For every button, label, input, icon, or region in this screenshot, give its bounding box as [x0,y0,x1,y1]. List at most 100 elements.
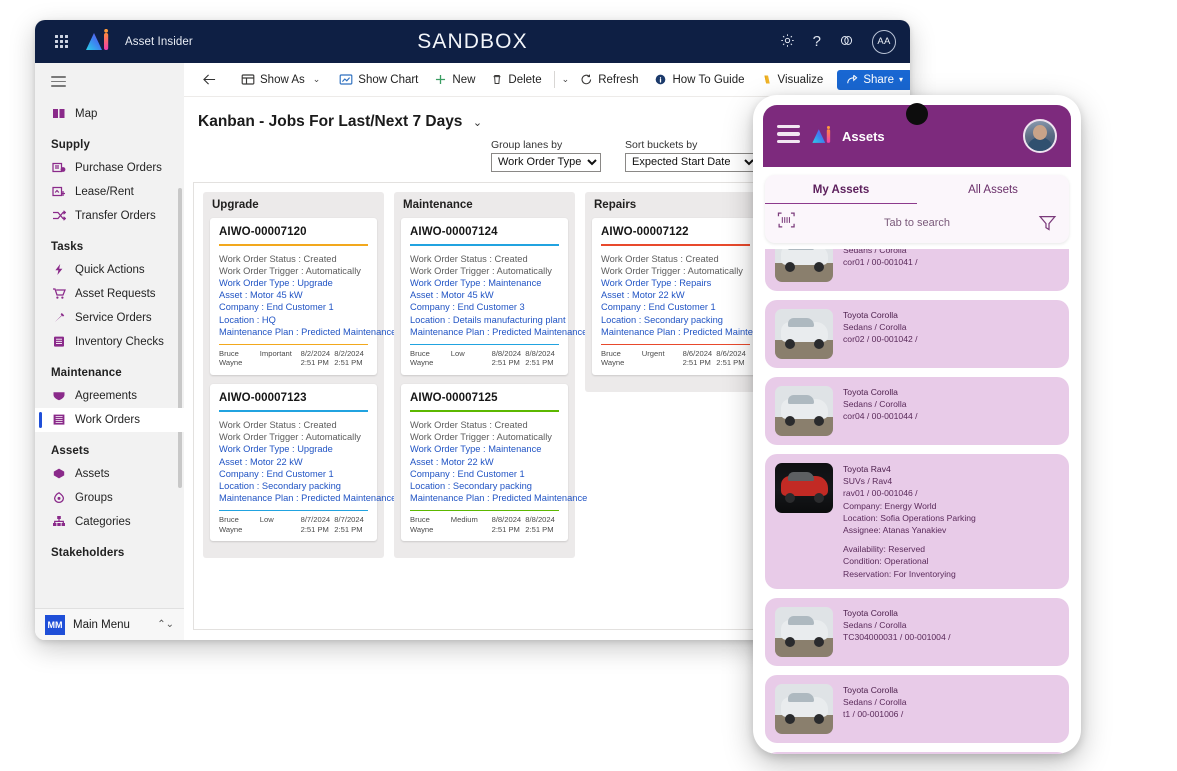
card-start-date: 8/6/2024 2:51 PM [682,348,713,368]
gear-icon[interactable] [780,33,795,51]
card-accent-bar [601,243,750,246]
asset-list-item[interactable]: Toyota Corolla Sedans / Corolla t1 / 00-00… [765,674,1069,743]
asset-list-item[interactable]: Toyota CorollaSedans / Corollat3 / 00-00… [765,751,1069,754]
visualize-button[interactable]: Visualize [753,69,832,90]
how-to-guide-button[interactable]: How To Guide [646,69,752,90]
show-as-button[interactable]: Show As ⌄ [233,69,331,90]
hamburger-menu-icon[interactable] [35,63,184,100]
card-field-link[interactable]: Maintenance Plan : Predicted Maintenance [219,492,396,504]
main-menu-switcher[interactable]: MM Main Menu ⌃⌄ [35,608,184,640]
card-field-link[interactable]: Asset : Motor 45 kW [410,289,559,301]
copilot-icon[interactable] [839,33,854,51]
sidebar-item-asset-requests[interactable]: Asset Requests [35,282,184,306]
asset-insider-logo [83,28,113,55]
card-priority: Medium [450,515,478,525]
back-arrow-icon[interactable] [194,69,225,90]
card-field-link[interactable]: Asset : Motor 45 kW [219,289,368,301]
card-field-link[interactable]: Location : Secondary packing [410,480,559,492]
card-field-link[interactable]: Work Order Type : Upgrade [219,277,368,289]
group-lanes-by-select[interactable]: Work Order Type [491,152,601,172]
app-launcher-icon[interactable] [45,35,77,48]
sidebar-item-quick-actions[interactable]: Quick Actions [35,258,184,282]
card-field-link[interactable]: Work Order Type : Repairs [601,277,750,289]
card-field-link[interactable]: Company : End Customer 1 [219,301,368,313]
card-field-link[interactable]: Location : Secondary packing [219,480,368,492]
mobile-asset-list[interactable]: Toyota CorollaSedans / Corollacor01 / 00… [765,249,1069,754]
search-input[interactable]: Tab to search [799,217,1035,229]
sidebar-item-categories[interactable]: Categories [35,510,184,534]
show-chart-button[interactable]: Show Chart [331,69,426,90]
sidebar-item-assets[interactable]: Assets [35,462,184,486]
card-footer: Bruce Wayne Low 8/8/2024 2:51 PM 8/8/2024 2:51… [410,349,559,368]
app-header-actions: ? AA [780,29,910,54]
asset-name: Toyota Corolla [843,684,898,695]
card-field-link[interactable]: Asset : Motor 22 kW [601,289,750,301]
asset-category: Sedans / Corolla [843,697,907,708]
sidebar-item-inventory-checks[interactable]: Inventory Checks [35,330,184,354]
asset-list-item[interactable]: Toyota Corolla Sedans / Corolla TC30400003… [765,597,1069,666]
work-order-card[interactable]: AIWO-00007125 Work Order Status : Created… [401,383,587,542]
card-field-link[interactable]: Maintenance Plan : Predicted Maintenance [219,326,396,338]
card-field-link[interactable]: Maintenance Plan : Predicted Maintenance [410,326,587,338]
chevron-down-icon[interactable]: ▾ [899,75,903,84]
asset-list-item[interactable]: Toyota Rav4 SUVs / Rav4 rav01 / 00-001046 … [765,454,1069,589]
sidebar-item-map[interactable]: Map [35,102,184,126]
user-avatar[interactable] [1023,119,1057,153]
sidebar-item-agreements[interactable]: Agreements [35,384,184,408]
asset-name: Toyota Corolla [843,387,898,397]
card-field-link[interactable]: Work Order Type : Maintenance [410,443,559,455]
sidebar-item-transfer-orders[interactable]: Transfer Orders [35,204,184,228]
hamburger-menu-icon[interactable] [777,124,800,147]
card-field-link[interactable]: Location : Secondary packing [601,314,750,326]
tab-all-assets[interactable]: All Assets [917,175,1069,204]
barcode-scan-icon[interactable] [777,211,799,234]
card-field-link[interactable]: Location : Details manufacturing plant [410,314,566,326]
card-footer: Bruce Wayne Low 8/7/2024 2:51 PM 8/7/2024 2:51… [219,515,368,534]
sidebar-group-title: Tasks [51,240,84,253]
work-order-card[interactable]: AIWO-00007120 Work Order Status : Created… [210,217,396,375]
card-field-link[interactable]: Company : End Customer 1 [601,301,750,313]
asset-list-item[interactable]: Toyota CorollaSedans / Corollacor01 / 00… [765,249,1069,291]
command-label: Show Chart [358,73,419,86]
command-bar: Show As ⌄ Show Chart New Delete ⌄ Refresh How T… [184,63,910,97]
delete-button[interactable]: Delete [483,69,549,90]
mobile-app-overlay: Assets My Assets All Assets Tab to searc… [753,95,1081,754]
card-start-date: 8/2/2024 2:51 PM [300,348,331,368]
command-overflow-chevron[interactable]: ⌄ [559,74,573,85]
chevron-down-icon[interactable]: ⌄ [473,117,482,129]
card-field-link[interactable]: Maintenance Plan : Predicted Maintenance [410,492,587,504]
sidebar-item-purchase-orders[interactable]: Purchase Orders [35,156,184,180]
work-order-card[interactable]: AIWO-00007122 Work Order Status : Created… [592,217,778,375]
asset-list-item[interactable]: Toyota Corolla Sedans / Corolla cor02 / 00… [765,300,1069,368]
chevron-down-icon[interactable]: ⌄ [310,74,324,85]
sidebar-item-service-orders[interactable]: Service Orders [35,306,184,330]
sort-buckets-by-select[interactable]: Expected Start Date [625,152,758,172]
tab-my-assets[interactable]: My Assets [765,175,917,204]
page-title: Kanban - Jobs For Last/Next 7 Days [198,113,463,130]
card-field-link[interactable]: Work Order Type : Maintenance [410,277,559,289]
share-button[interactable]: Share ▾ [837,69,910,90]
asset-list-item[interactable]: Toyota Corolla Sedans / Corolla cor04 / 00… [765,377,1069,445]
new-button[interactable]: New [426,69,483,90]
card-field-link[interactable]: Company : End Customer 1 [410,468,559,480]
avatar[interactable]: AA [872,29,896,54]
card-field-link[interactable]: Company : End Customer 3 [410,301,559,313]
work-order-card[interactable]: AIWO-00007123 Work Order Status : Created… [210,383,396,542]
sidebar-item-lease-rent[interactable]: Lease/Rent [35,180,184,204]
card-field-link[interactable]: Asset : Motor 22 kW [410,456,559,468]
card-field-link[interactable]: Work Order Type : Upgrade [219,443,368,455]
card-field-link[interactable]: Asset : Motor 22 kW [219,456,368,468]
card-owner: Bruce Wayne [410,348,434,368]
sidebar-item-work-orders[interactable]: Work Orders [35,407,184,432]
sidebar-item-label: Assets [75,467,110,480]
chevron-updown-icon[interactable]: ⌃⌄ [157,619,174,630]
card-field-link[interactable]: Maintenance Plan : Predicted Maintenance [601,326,778,338]
asset-info: Toyota Corolla Sedans / Corolla cor04 / 00… [843,386,1059,436]
card-field-link[interactable]: Company : End Customer 1 [219,468,368,480]
refresh-button[interactable]: Refresh [572,69,646,90]
work-order-card[interactable]: AIWO-00007124 Work Order Status : Created… [401,217,587,375]
sidebar-item-groups[interactable]: Groups [35,486,184,510]
question-mark-icon[interactable]: ? [813,34,821,49]
filter-icon[interactable] [1035,214,1057,232]
card-field-link[interactable]: Location : HQ [219,314,368,326]
